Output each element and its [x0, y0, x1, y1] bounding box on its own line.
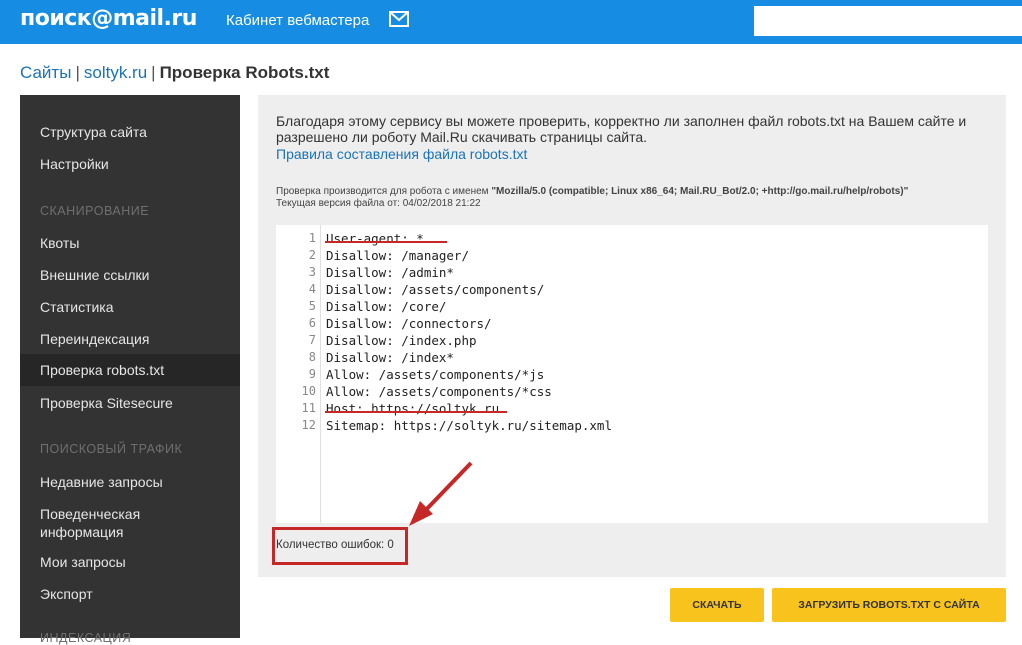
sidebar-item-export[interactable]: Экспорт: [20, 585, 240, 603]
breadcrumb-separator: |: [151, 63, 156, 82]
line-number: 12: [301, 418, 316, 432]
search-input[interactable]: [754, 6, 1022, 36]
sidebar-item-reindex[interactable]: Переиндексация: [20, 330, 240, 348]
breadcrumb-sites[interactable]: Сайты: [20, 63, 71, 82]
annotation-underline: [325, 241, 447, 243]
line-number: 3: [308, 265, 316, 279]
code-line: Allow: /assets/components/*js: [326, 367, 545, 382]
code-line: Disallow: /connectors/: [326, 316, 492, 331]
line-number: 7: [308, 333, 316, 347]
code-line: Sitemap: https://soltyk.ru/sitemap.xml: [326, 418, 612, 433]
sidebar-section-scanning: СКАНИРОВАНИЕ: [40, 204, 150, 218]
download-button[interactable]: СКАЧАТЬ: [670, 588, 764, 622]
line-number: 4: [308, 282, 316, 296]
sidebar-item-quotas[interactable]: Квоты: [20, 234, 240, 252]
logo[interactable]: поиск@mail.ru: [20, 6, 197, 31]
intro-text: Благодаря этому сервису вы можете провер…: [276, 113, 967, 145]
code-line: User-agent: *: [326, 231, 424, 246]
sidebar-item-sitesecure[interactable]: Проверка Sitesecure: [20, 394, 240, 412]
line-number: 5: [308, 299, 316, 313]
envelope-icon[interactable]: [389, 11, 409, 27]
page-title: Проверка Robots.txt: [159, 63, 330, 82]
sidebar: Структура сайта Настройки СКАНИРОВАНИЕ К…: [20, 95, 240, 645]
annotation-box: [272, 527, 408, 565]
sidebar-item-robots-check[interactable]: Проверка robots.txt: [20, 354, 240, 386]
code-line: Disallow: /admin*: [326, 265, 454, 280]
code-line: Disallow: /assets/components/: [326, 282, 545, 297]
sidebar-item-settings[interactable]: Настройки: [20, 155, 240, 173]
annotation-underline: [325, 411, 507, 413]
line-number: 6: [308, 316, 316, 330]
robot-info-prefix: Проверка производится для робота с имене…: [276, 186, 492, 197]
cabinet-link[interactable]: Кабинет вебмастера: [226, 12, 369, 29]
code-line: Disallow: /index.php: [326, 333, 477, 348]
line-number: 11: [301, 401, 316, 415]
breadcrumb: Сайты | soltyk.ru | Проверка Robots.txt: [20, 63, 329, 83]
code-line: Allow: /assets/components/*css: [326, 384, 552, 399]
line-number: 1: [308, 231, 316, 245]
sidebar-item-my-queries[interactable]: Мои запросы: [20, 553, 240, 571]
line-number: 10: [301, 384, 316, 398]
sidebar-item-statistics[interactable]: Статистика: [20, 298, 240, 316]
sidebar-item-external-links[interactable]: Внешние ссылки: [20, 266, 240, 284]
code-line: Host: https://soltyk.ru: [326, 401, 500, 416]
sidebar-section-indexing: ИНДЕКСАЦИЯ: [40, 631, 132, 645]
line-number: 9: [308, 367, 316, 381]
line-number: 8: [308, 350, 316, 364]
line-number: 2: [308, 248, 316, 262]
robot-info: Проверка производится для робота с имене…: [276, 186, 908, 210]
file-version: Текущая версия файла от: 04/02/2018 21:2…: [276, 198, 481, 209]
breadcrumb-separator: |: [75, 63, 80, 82]
sidebar-item-recent-queries[interactable]: Недавние запросы: [20, 473, 240, 491]
robot-name: "Mozilla/5.0 (compatible; Linux x86_64; …: [491, 186, 909, 197]
rules-link[interactable]: Правила составления файла robots.txt: [276, 146, 527, 162]
code-line: Disallow: /index*: [326, 350, 454, 365]
sidebar-item-behavior[interactable]: Поведенческая информация: [20, 505, 190, 541]
code-line: Disallow: /core/: [326, 299, 447, 314]
upload-robots-button[interactable]: ЗАГРУЗИТЬ ROBOTS.TXT С САЙТА: [772, 588, 1006, 622]
code-line: Disallow: /manager/: [326, 248, 469, 263]
robots-check-panel: Благодаря этому сервису вы можете провер…: [258, 95, 1006, 577]
breadcrumb-domain[interactable]: soltyk.ru: [84, 63, 147, 82]
sidebar-item-structure[interactable]: Структура сайта: [20, 123, 240, 141]
top-header: поиск@mail.ru Кабинет вебмастера: [0, 0, 1022, 44]
sidebar-section-traffic: ПОИСКОВЫЙ ТРАФИК: [40, 442, 183, 456]
robots-code-viewer[interactable]: 1 User-agent: * 2 Disallow: /manager/3 Disal…: [276, 225, 988, 523]
